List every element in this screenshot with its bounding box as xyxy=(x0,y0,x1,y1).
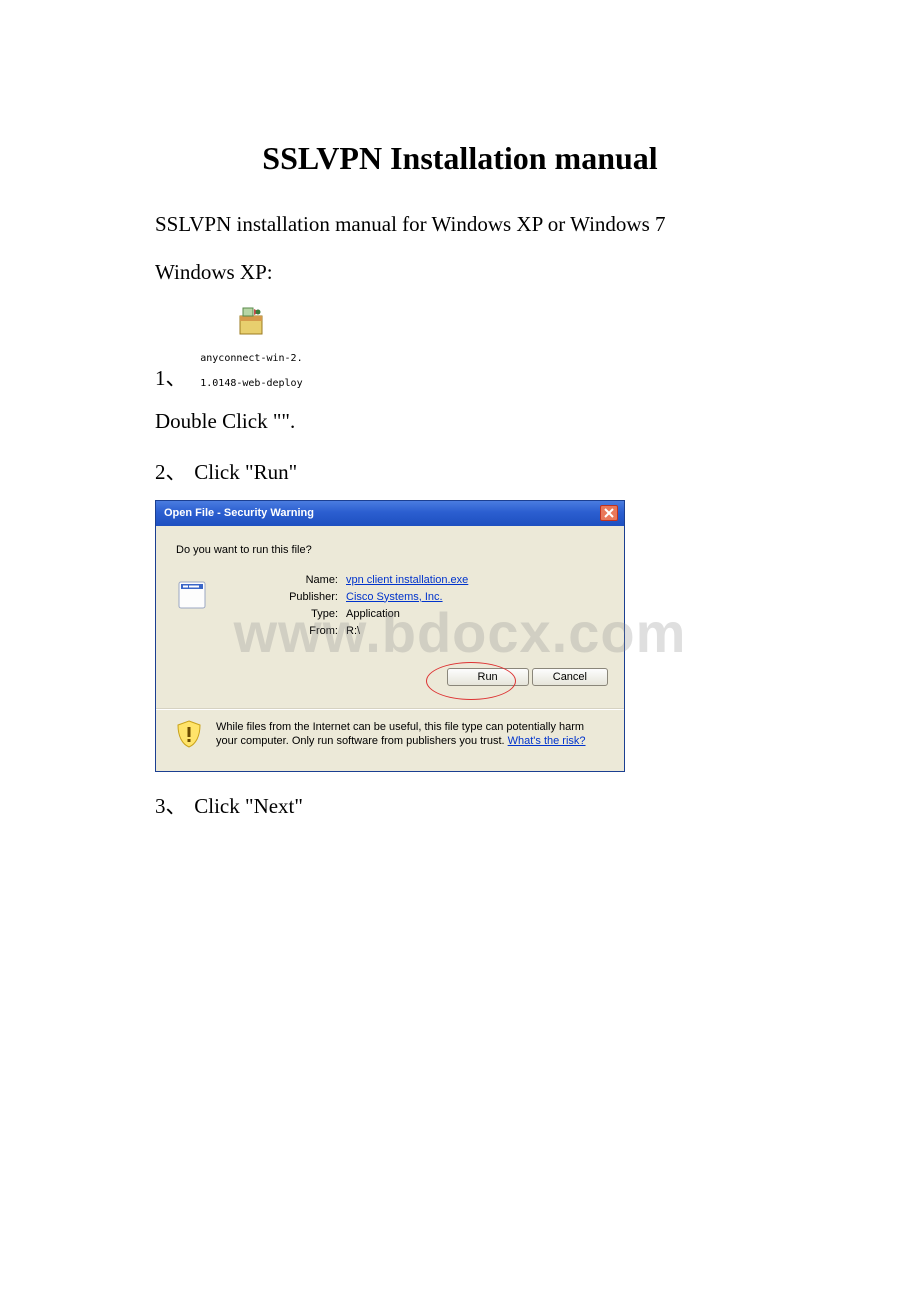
file-from: R:\ xyxy=(346,625,360,637)
file-name-link[interactable]: vpn client installation.exe xyxy=(346,574,468,586)
close-icon xyxy=(604,508,614,518)
step-2-text: Click "Run" xyxy=(194,460,297,484)
label-publisher: Publisher: xyxy=(218,591,346,603)
dialog-divider xyxy=(156,708,624,710)
step-1-number: 1、 xyxy=(155,362,189,392)
label-from: From: xyxy=(218,625,346,637)
step-3-number: 3、 xyxy=(155,790,189,820)
step-1: 1、 anyconnect-win-2. 1.0148-web-deploy xyxy=(155,306,765,392)
installer-file-icon xyxy=(234,306,268,342)
label-name: Name: xyxy=(218,574,346,586)
os-heading: Windows XP: xyxy=(155,257,765,289)
installer-file-icon-block: anyconnect-win-2. 1.0148-web-deploy xyxy=(200,306,302,392)
dialog-titlebar: Open File - Security Warning xyxy=(156,501,624,526)
close-button[interactable] xyxy=(600,505,618,521)
step-2: 2、 Click "Run" xyxy=(155,456,765,486)
file-type: Application xyxy=(346,608,400,620)
step-3-text: Click "Next" xyxy=(194,794,303,818)
step-2-number: 2、 xyxy=(155,456,189,486)
label-type: Type: xyxy=(218,608,346,620)
intro-text: SSLVPN installation manual for Windows X… xyxy=(155,209,765,241)
application-icon xyxy=(176,576,208,612)
whats-the-risk-link[interactable]: What's the risk? xyxy=(508,735,586,747)
page-title: SSLVPN Installation manual xyxy=(155,140,765,177)
dialog-title: Open File - Security Warning xyxy=(164,507,314,519)
cancel-button[interactable]: Cancel xyxy=(532,668,608,686)
dialog-question: Do you want to run this file? xyxy=(176,544,608,556)
dialog-footer-text: While files from the Internet can be use… xyxy=(216,720,608,750)
step-3: 3、 Click "Next" xyxy=(155,790,765,820)
security-warning-dialog: Open File - Security Warning Do you want… xyxy=(155,500,625,773)
installer-file-label-1: anyconnect-win-2. xyxy=(200,353,302,364)
shield-icon xyxy=(176,720,202,748)
step-1-instruction: Double Click "". xyxy=(155,406,765,438)
installer-file-label-2: 1.0148-web-deploy xyxy=(200,378,302,389)
publisher-link[interactable]: Cisco Systems, Inc. xyxy=(346,591,443,603)
run-button[interactable]: Run xyxy=(447,668,529,686)
